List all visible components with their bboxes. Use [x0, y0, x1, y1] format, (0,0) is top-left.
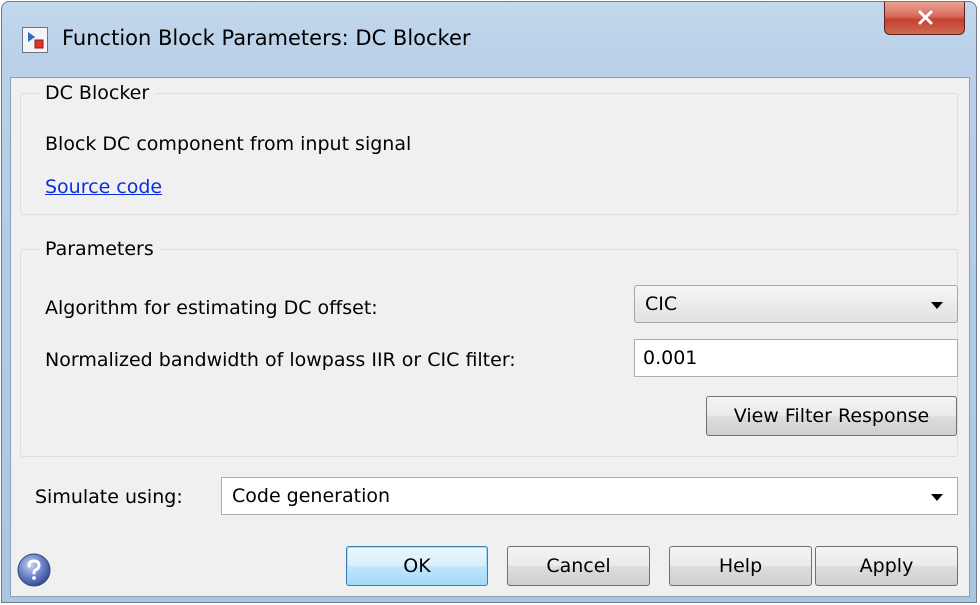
window-title: Function Block Parameters: DC Blocker: [62, 26, 471, 50]
ok-button[interactable]: OK: [346, 546, 488, 586]
close-icon: [918, 10, 933, 25]
title-bar[interactable]: Function Block Parameters: DC Blocker: [2, 2, 976, 78]
bandwidth-label: Normalized bandwidth of lowpass IIR or C…: [45, 349, 516, 371]
view-filter-response-button[interactable]: View Filter Response: [706, 396, 957, 436]
dialog-window: Function Block Parameters: DC Blocker DC…: [1, 1, 977, 603]
simulate-using-dropdown[interactable]: Code generation: [221, 477, 958, 515]
cancel-button[interactable]: Cancel: [507, 546, 650, 586]
help-icon[interactable]: [16, 552, 52, 588]
description-group-caption: DC Blocker: [39, 82, 156, 104]
simulate-using-selected-value: Code generation: [232, 485, 391, 507]
chevron-down-icon: [931, 494, 943, 501]
algorithm-dropdown[interactable]: CIC: [634, 285, 958, 323]
source-code-link[interactable]: Source code: [45, 176, 162, 198]
apply-button[interactable]: Apply: [815, 546, 958, 586]
close-button[interactable]: [884, 2, 965, 35]
parameters-group-caption: Parameters: [39, 238, 160, 260]
bandwidth-input-value: 0.001: [643, 347, 698, 369]
help-button[interactable]: Help: [669, 546, 812, 586]
block-description: Block DC component from input signal: [45, 133, 412, 155]
dialog-content: DC Blocker Block DC component from input…: [10, 77, 970, 597]
algorithm-label: Algorithm for estimating DC offset:: [45, 297, 378, 319]
simulink-block-icon: [22, 27, 48, 53]
bandwidth-input[interactable]: 0.001: [634, 339, 958, 377]
simulate-using-label: Simulate using:: [35, 486, 183, 508]
algorithm-selected-value: CIC: [645, 293, 678, 315]
chevron-down-icon: [931, 302, 943, 309]
